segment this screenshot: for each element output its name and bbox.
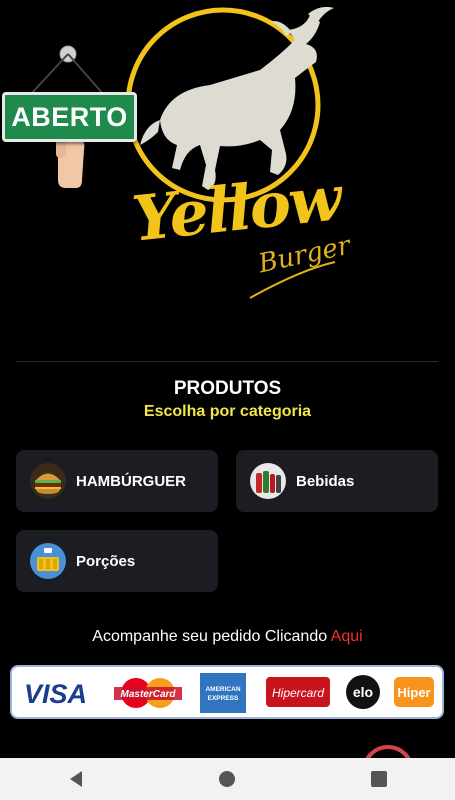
visa-logo: VISA [24, 679, 87, 709]
svg-text:elo: elo [353, 684, 373, 700]
drinks-icon [250, 463, 286, 499]
open-status-sign: ABERTO [0, 40, 145, 190]
burger-icon [30, 463, 66, 499]
svg-text:EXPRESS: EXPRESS [208, 695, 239, 702]
svg-text:AMERICAN: AMERICAN [205, 686, 240, 693]
category-card-hamburguer[interactable]: HAMBÚRGUER [16, 450, 218, 512]
system-navigation-bar [0, 758, 455, 800]
elo-logo: elo [346, 675, 380, 709]
svg-text:Hipercard: Hipercard [272, 686, 324, 700]
svg-text:VISA: VISA [24, 679, 87, 709]
category-label: HAMBÚRGUER [76, 472, 186, 490]
category-card-porcoes[interactable]: Porções [16, 530, 218, 592]
track-order-link[interactable]: Aqui [331, 628, 363, 645]
category-card-bebidas[interactable]: Bebidas [236, 450, 438, 512]
recents-icon[interactable] [354, 764, 404, 794]
section-title: PRODUTOS [173, 378, 282, 399]
sign-board: ABERTO [2, 92, 137, 142]
fries-icon [30, 543, 66, 579]
track-order-line: Acompanhe seu pedido Clicando Aqui [0, 628, 455, 646]
hiper-logo: Hiper [394, 677, 434, 707]
hero-banner: Yellow Burger ABERTO [0, 0, 455, 330]
divider [16, 361, 438, 362]
back-icon[interactable] [51, 764, 101, 794]
svg-text:MasterCard: MasterCard [120, 689, 176, 700]
category-label: Bebidas [296, 472, 355, 490]
section-subtitle: Escolha por categoria [143, 403, 312, 420]
amex-logo: AMERICAN EXPRESS [200, 673, 246, 713]
sign-text: ABERTO [11, 101, 128, 132]
hipercard-logo: Hipercard [266, 677, 330, 707]
track-order-text: Acompanhe seu pedido Clicando [92, 628, 328, 645]
payment-methods-banner: VISA MasterCard AMERICAN EXPRESS Hiperca… [10, 665, 444, 719]
category-label: Porções [76, 552, 136, 570]
svg-text:Hiper: Hiper [397, 685, 430, 700]
home-icon[interactable] [202, 764, 252, 794]
mastercard-logo: MasterCard [114, 678, 182, 708]
